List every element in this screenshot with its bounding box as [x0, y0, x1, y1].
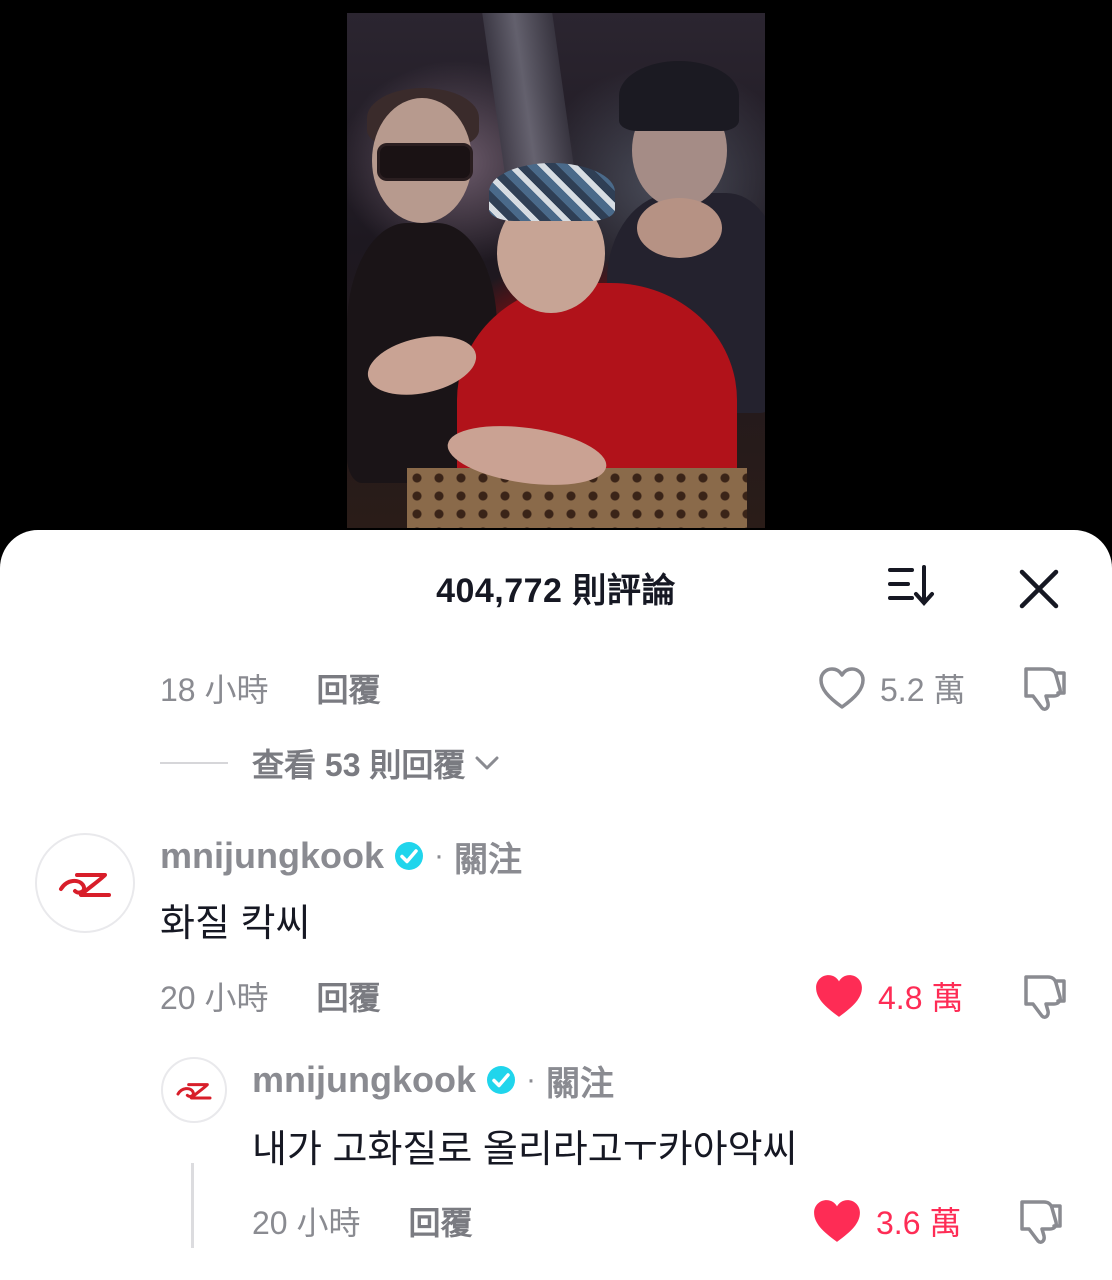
username[interactable]: mnijungkook [252, 1059, 476, 1101]
dislike-icon[interactable] [1018, 971, 1070, 1021]
follow-button[interactable]: 關注 [546, 1056, 614, 1105]
reply-button[interactable]: 回覆 [409, 1198, 473, 1244]
comment-meta: 20 小時 回覆 [160, 971, 381, 1021]
heart-filled-icon [816, 975, 862, 1017]
like-count: 3.6 萬 [876, 1205, 962, 1241]
brand-logo-icon [59, 873, 111, 897]
verified-badge-icon [395, 842, 423, 870]
heart-icon [819, 667, 865, 709]
reply-meta: 20 小時 回覆 [252, 1196, 473, 1246]
sort-icon[interactable] [886, 564, 936, 608]
view-replies-label: 查看 53 則回覆 [252, 747, 466, 783]
reply-header: mnijungkook · 關注 [252, 1056, 614, 1104]
comment-header: mnijungkook · 關注 [160, 832, 522, 880]
chevron-down-icon [475, 756, 499, 770]
dislike-icon[interactable] [1014, 1196, 1066, 1246]
comment-text: 화질 칵씨 [160, 903, 311, 945]
like-button[interactable]: 5.2 萬 [818, 663, 965, 713]
comment-time: 20 小時 [160, 980, 269, 1016]
comments-count-title: 404,772 則評論 [436, 572, 676, 610]
avatar[interactable] [35, 833, 135, 933]
username[interactable]: mnijungkook [160, 835, 384, 877]
follow-button[interactable]: 關注 [454, 832, 522, 881]
brand-logo-icon [176, 1083, 212, 1100]
like-count: 4.8 萬 [878, 980, 964, 1016]
divider-line [160, 762, 228, 764]
video-thumbnail[interactable] [347, 13, 765, 528]
reply-button[interactable]: 回覆 [317, 973, 381, 1019]
reply-text: 내가 고화질로 올리라고ㅜ카아악씨 [252, 1129, 798, 1171]
like-button[interactable]: 4.8 萬 [814, 971, 963, 1021]
like-count: 5.2 萬 [880, 672, 966, 708]
video-area[interactable] [0, 0, 1112, 540]
separator-dot: · [434, 839, 444, 872]
like-button[interactable]: 3.6 萬 [812, 1196, 961, 1246]
thread-line [191, 1163, 194, 1248]
reply-button[interactable]: 回覆 [317, 665, 381, 711]
comment-time: 20 小時 [252, 1205, 361, 1241]
verified-badge-icon [487, 1066, 515, 1094]
comment-time: 18 小時 [160, 672, 269, 708]
avatar[interactable] [161, 1057, 227, 1123]
close-icon[interactable] [1016, 566, 1062, 612]
view-replies-button[interactable]: 查看 53 則回覆 [160, 740, 501, 786]
dislike-icon[interactable] [1018, 663, 1070, 713]
heart-filled-icon [814, 1200, 860, 1242]
comments-sheet: 404,772 則評論 18 小時 回覆 5.2 萬 查看 53 則回覆 mni… [0, 530, 1112, 1280]
separator-dot: · [526, 1063, 536, 1096]
comment-meta: 18 小時 回覆 [160, 663, 381, 713]
